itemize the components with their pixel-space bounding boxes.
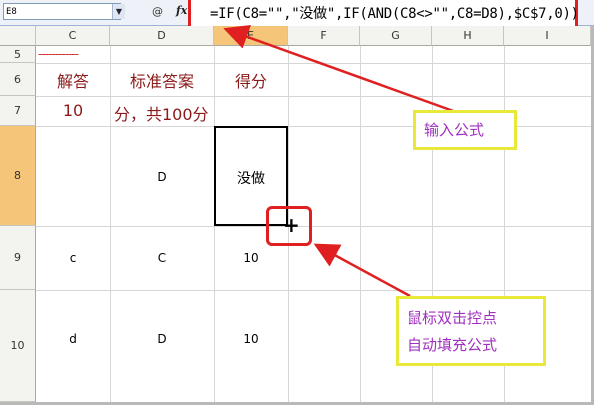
callout-autofill-line1: 鼠标双击控点: [407, 309, 498, 327]
callout-input-formula-text: 输入公式: [424, 121, 485, 139]
arrow-to-formula: [223, 25, 457, 114]
callout-autofill-line2: 自动填充公式: [407, 336, 498, 354]
callout-input-formula: 输入公式: [413, 110, 517, 150]
callout-autofill: 鼠标双击控点 自动填充公式: [396, 296, 546, 366]
arrow-to-fill-handle: [313, 243, 411, 298]
